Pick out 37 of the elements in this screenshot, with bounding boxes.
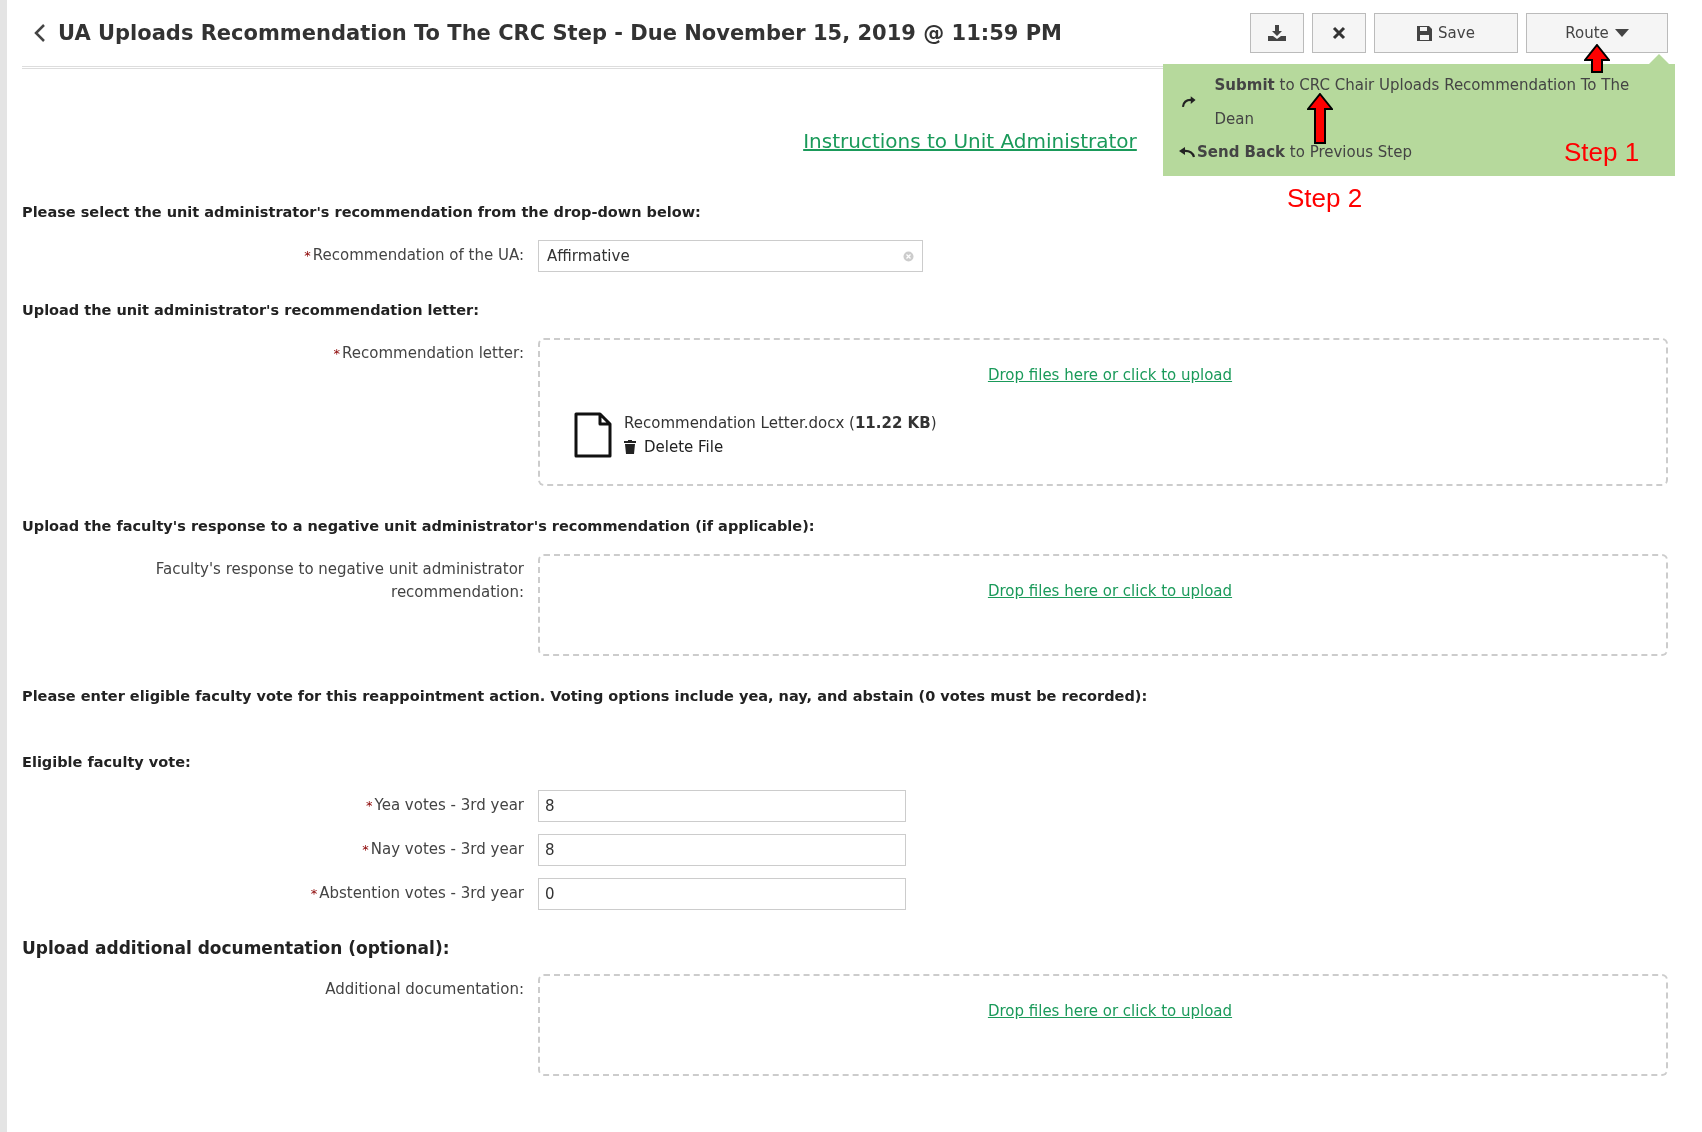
required-mark: *: [366, 798, 373, 813]
file-name: Recommendation Letter.docx (11.22 KB): [624, 414, 937, 432]
delete-file-link[interactable]: Delete File: [624, 438, 937, 456]
field-label: *Abstention votes - 3rd year: [309, 883, 524, 904]
page-title: UA Uploads Recommendation To The CRC Step - Due November 15, 2019 @ 11:59 PM: [34, 21, 1242, 45]
section-heading: Please select the unit administrator's recommendation from the drop-down below:: [22, 203, 701, 222]
instructions-link[interactable]: Instructions to Unit Administrator: [803, 129, 1137, 153]
input-field[interactable]: 8: [538, 834, 906, 866]
required-mark: *: [310, 886, 318, 901]
section-heading: Upload the unit administrator's recommendation letter:: [22, 301, 479, 320]
route-button[interactable]: Route: [1526, 13, 1668, 53]
route-menu-item[interactable]: Send Back to Previous Step: [1179, 136, 1412, 168]
file-dropzone[interactable]: Drop files here or click to upload: [538, 974, 1668, 1076]
upload-link[interactable]: Drop files here or click to upload: [987, 582, 1233, 600]
required-mark: *: [362, 842, 369, 857]
section-heading: Please enter eligible faculty vote for this reappointment action. Voting options include yea, nay, and abstain (0 votes must be recorded):: [22, 687, 1148, 706]
input-field[interactable]: 8: [538, 790, 906, 822]
save-button[interactable]: Save: [1374, 13, 1518, 53]
section-heading: Upload the faculty's response to a negative unit administrator's recommendation (if applicable):: [22, 517, 815, 536]
step-annotation: Step 1: [1564, 137, 1640, 168]
required-mark: *: [333, 346, 341, 361]
section-heading: Upload additional documentation (optional):: [22, 937, 450, 960]
field-label: *Recommendation letter:: [332, 343, 524, 364]
field-label: *Nay votes - 3rd year: [361, 839, 524, 860]
field-label: *Yea votes - 3rd year: [365, 795, 524, 816]
field-label: Faculty's response to negative unit administrator recommendation:: [154, 559, 524, 603]
upload-link[interactable]: Drop files here or click to upload: [987, 1002, 1233, 1020]
step-annotation: Step 2: [1287, 183, 1363, 214]
upload-link[interactable]: Drop files here or click to upload: [987, 366, 1233, 384]
file-dropzone[interactable]: Drop files here or click to upload: [538, 554, 1668, 656]
section-heading: Eligible faculty vote:: [22, 753, 191, 772]
required-mark: *: [304, 248, 311, 263]
input-field[interactable]: 0: [538, 878, 906, 910]
recommendation-select[interactable]: Affirmative: [538, 240, 923, 272]
field-label: *Recommendation of the UA:: [303, 245, 524, 266]
file-dropzone[interactable]: Drop files here or click to upload Recommendation Letter.docx (11.22 KB) Delete File: [538, 338, 1668, 486]
field-label: Additional documentation:: [324, 979, 524, 1000]
